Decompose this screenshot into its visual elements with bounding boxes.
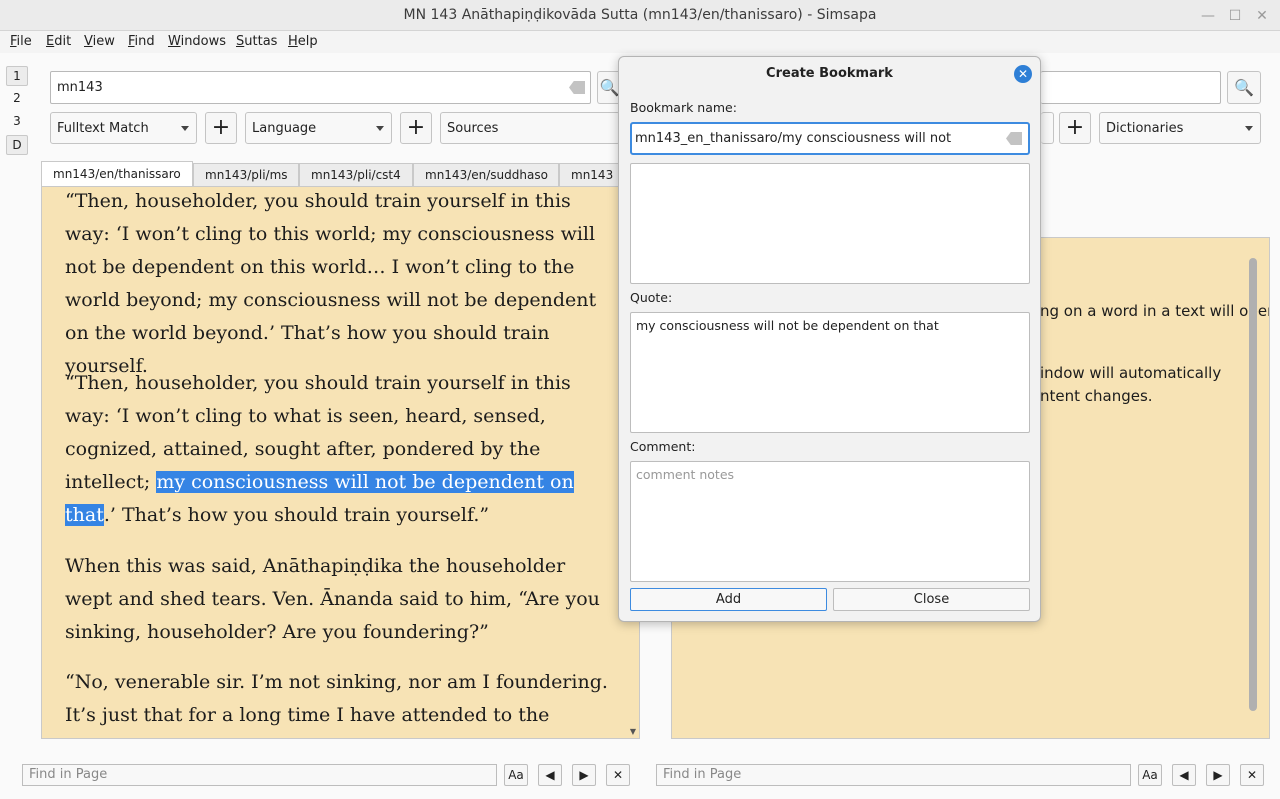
right-match-case-button[interactable]: Aa	[1138, 764, 1162, 786]
side-tab-dictionary[interactable]: D	[6, 135, 28, 155]
dictionaries-select[interactable]: Dictionaries	[1099, 112, 1261, 144]
right-search-button[interactable]: 🔍	[1227, 71, 1261, 104]
sources-select[interactable]: Sources	[440, 112, 620, 144]
menu-windows[interactable]: Windows	[168, 34, 226, 49]
chevron-down-icon	[181, 126, 189, 131]
side-tab-2[interactable]: 2	[6, 89, 28, 109]
tab-mn143-overflow[interactable]: mn143	[559, 163, 619, 187]
plus-icon: +	[406, 115, 426, 140]
left-match-case-button[interactable]: Aa	[504, 764, 528, 786]
chevron-down-icon	[376, 126, 384, 131]
tab-mn143-en-suddhaso[interactable]: mn143/en/suddhaso	[413, 163, 559, 187]
left-find-prev-button[interactable]: ◀	[538, 764, 562, 786]
info-text: indow will automatically	[1040, 364, 1222, 382]
scroll-down-icon[interactable]: ▼	[630, 727, 636, 736]
bookmark-name-value: mn143_en_thanissaro/my consciousness wil…	[635, 131, 952, 146]
dialog-close-icon[interactable]: ✕	[1014, 65, 1032, 83]
create-bookmark-dialog: Create Bookmark ✕ Bookmark name: mn143_e…	[618, 56, 1041, 622]
sources-value: Sources	[447, 121, 499, 136]
info-text: ntent changes.	[1040, 387, 1153, 405]
search-icon: 🔍	[1234, 78, 1254, 97]
dialog-title: Create Bookmark	[766, 66, 893, 81]
left-find-next-button[interactable]: ▶	[572, 764, 596, 786]
comment-label: Comment:	[630, 439, 696, 454]
search-mode-value: Fulltext Match	[57, 121, 149, 136]
menu-find[interactable]: Find	[128, 34, 155, 49]
add-language-button[interactable]: +	[400, 112, 432, 144]
language-select[interactable]: Language	[245, 112, 392, 144]
right-add-button[interactable]: +	[1059, 112, 1091, 144]
right-find-input[interactable]: Find in Page	[656, 764, 1131, 786]
add-bookmark-button[interactable]: Add	[630, 588, 827, 611]
chevron-down-icon	[1245, 126, 1253, 131]
left-find-input[interactable]: Find in Page	[22, 764, 497, 786]
search-mode-select[interactable]: Fulltext Match	[50, 112, 197, 144]
quote-textarea[interactable]: my consciousness will not be dependent o…	[630, 312, 1030, 433]
minimize-button[interactable]: —	[1198, 6, 1218, 26]
side-tab-3[interactable]: 3	[6, 112, 28, 132]
dictionaries-value: Dictionaries	[1106, 121, 1184, 136]
tab-mn143-pli-ms[interactable]: mn143/pli/ms	[193, 163, 299, 187]
menu-suttas[interactable]: Suttas	[236, 34, 277, 49]
title-bar: MN 143 Anāthapiṇḍikovāda Sutta (mn143/en…	[0, 0, 1280, 31]
bookmark-name-label: Bookmark name:	[630, 100, 737, 115]
plus-icon: +	[211, 115, 231, 140]
comment-textarea[interactable]: comment notes	[630, 461, 1030, 582]
paragraph: “No, venerable sir. I’m not sinking, nor…	[65, 671, 608, 738]
window-title: MN 143 Anāthapiṇḍikovāda Sutta (mn143/en…	[403, 7, 877, 23]
quote-label: Quote:	[630, 290, 673, 305]
right-search-input[interactable]	[1041, 71, 1221, 104]
sutta-search-value: mn143	[57, 80, 103, 95]
left-find-close-button[interactable]: ✕	[606, 764, 630, 786]
right-filter-select[interactable]	[1041, 112, 1054, 144]
menu-help[interactable]: Help	[288, 34, 318, 49]
right-find-close-button[interactable]: ✕	[1240, 764, 1264, 786]
menu-edit[interactable]: Edit	[46, 34, 71, 49]
sutta-search-input[interactable]: mn143	[50, 71, 591, 104]
right-find-next-button[interactable]: ▶	[1206, 764, 1230, 786]
clear-name-icon[interactable]	[1006, 132, 1022, 145]
menu-file[interactable]: File	[10, 34, 32, 49]
search-icon: 🔍	[599, 78, 620, 97]
tab-mn143-en-thanissaro[interactable]: mn143/en/thanissaro	[41, 161, 193, 187]
bookmark-tags-area[interactable]	[630, 163, 1030, 284]
window-close-button[interactable]: ✕	[1252, 6, 1272, 26]
add-filter-button[interactable]: +	[205, 112, 237, 144]
paragraph: “Then, householder, you should train you…	[65, 190, 597, 377]
paragraph: When this was said, Anāthapiṇḍika the ho…	[65, 555, 600, 643]
close-dialog-button[interactable]: Close	[833, 588, 1030, 611]
language-value: Language	[252, 121, 317, 136]
menu-bar: File Edit View Find Windows Suttas Help	[0, 31, 1280, 53]
info-text: ng on a word in a text will open	[1040, 302, 1270, 320]
tab-mn143-pli-cst4[interactable]: mn143/pli/cst4	[299, 163, 413, 187]
maximize-button[interactable]: ☐	[1225, 6, 1245, 26]
sutta-reader[interactable]: “Then, householder, you should train you…	[41, 186, 640, 739]
scrollbar[interactable]	[1247, 248, 1257, 730]
right-find-prev-button[interactable]: ◀	[1172, 764, 1196, 786]
bookmark-name-input[interactable]: mn143_en_thanissaro/my consciousness wil…	[630, 122, 1030, 155]
paragraph: “Then, householder, you should train you…	[65, 372, 574, 526]
clear-search-icon[interactable]	[569, 81, 585, 94]
menu-view[interactable]: View	[84, 34, 115, 49]
plus-icon: +	[1065, 115, 1085, 140]
scrollbar-thumb[interactable]	[1249, 258, 1257, 711]
side-tab-1[interactable]: 1	[6, 66, 28, 86]
